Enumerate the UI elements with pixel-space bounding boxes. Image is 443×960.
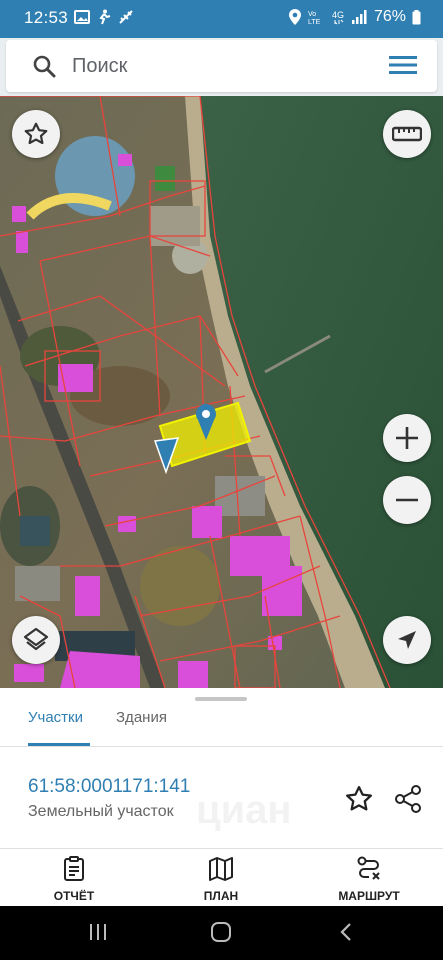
svg-text:Vo: Vo	[308, 11, 316, 18]
zoom-in-button[interactable]	[383, 414, 431, 462]
plus-icon	[396, 427, 418, 449]
route-icon	[357, 856, 380, 880]
volte-icon: VoLTE	[308, 11, 321, 25]
divider	[0, 848, 443, 849]
svg-text:LTE: LTE	[308, 19, 321, 25]
nav-report-label: ОТЧЁТ	[53, 889, 95, 903]
back-icon[interactable]	[338, 922, 354, 942]
nav-plan[interactable]: ПЛАН	[171, 856, 271, 903]
svg-text:4G: 4G	[332, 10, 344, 20]
signal-icon	[351, 10, 367, 24]
system-status-icons: Vo LTE 4G 76%	[288, 8, 421, 26]
network-4g-icon: 4G	[332, 10, 344, 25]
search-icon[interactable]	[32, 54, 56, 78]
battery-icon	[412, 9, 421, 24]
favorites-button[interactable]	[12, 110, 60, 158]
report-icon	[64, 856, 84, 881]
cadastral-number[interactable]: 61:58:0001171:141	[28, 776, 190, 798]
navigation-arrow-icon	[398, 631, 416, 649]
favorite-star-icon[interactable]	[344, 784, 374, 814]
activity-notification-icon	[99, 9, 111, 25]
map-view[interactable]	[0, 96, 443, 688]
recent-apps-icon[interactable]	[88, 922, 108, 942]
status-bar: 12:53 Vo LTE 4G 76%	[0, 0, 443, 38]
satellite-map[interactable]	[0, 96, 443, 688]
sheet-drag-handle[interactable]	[195, 697, 247, 701]
battery-percent: 76%	[373, 8, 406, 25]
sheet-tabs: Участки Здания	[0, 706, 443, 747]
home-icon[interactable]	[210, 922, 232, 942]
minus-icon	[396, 498, 418, 502]
search-input[interactable]: Поиск	[72, 55, 127, 78]
system-navigation-bar	[0, 906, 443, 960]
active-tab-indicator	[28, 743, 90, 746]
no-signal-notification-icon	[119, 10, 133, 24]
bottom-navigation: ОТЧЁТ ПЛАН МАРШРУТ	[0, 850, 443, 906]
tab-buildings[interactable]: Здания	[116, 709, 167, 726]
gallery-notification-icon	[74, 10, 90, 24]
ruler-icon	[392, 126, 422, 142]
zoom-out-button[interactable]	[383, 476, 431, 524]
search-bar[interactable]: Поиск	[6, 40, 437, 92]
notification-icons	[74, 9, 134, 25]
parcel-type: Земельный участок	[28, 803, 174, 820]
search-area: Поиск	[0, 38, 443, 96]
layers-button[interactable]	[12, 616, 60, 664]
building	[150, 206, 200, 246]
star-icon	[24, 122, 48, 145]
map-plan-icon	[209, 857, 233, 881]
nav-report[interactable]: ОТЧЁТ	[24, 856, 124, 903]
location-icon	[288, 9, 301, 25]
layers-icon	[23, 627, 49, 651]
nav-plan-label: ПЛАН	[203, 889, 239, 903]
menu-icon[interactable]	[389, 55, 417, 75]
parking-lot	[215, 476, 265, 516]
share-icon[interactable]	[393, 784, 423, 814]
nav-route-label: МАРШРУТ	[338, 889, 400, 903]
sports-field	[155, 166, 175, 191]
building	[20, 516, 50, 546]
ruler-button[interactable]	[383, 110, 431, 158]
cian-watermark: циан	[196, 788, 292, 832]
status-time: 12:53	[24, 8, 69, 27]
tab-parcels[interactable]: Участки	[28, 709, 83, 726]
my-location-button[interactable]	[383, 616, 431, 664]
building	[15, 566, 60, 601]
nav-route[interactable]: МАРШРУТ	[319, 856, 419, 903]
